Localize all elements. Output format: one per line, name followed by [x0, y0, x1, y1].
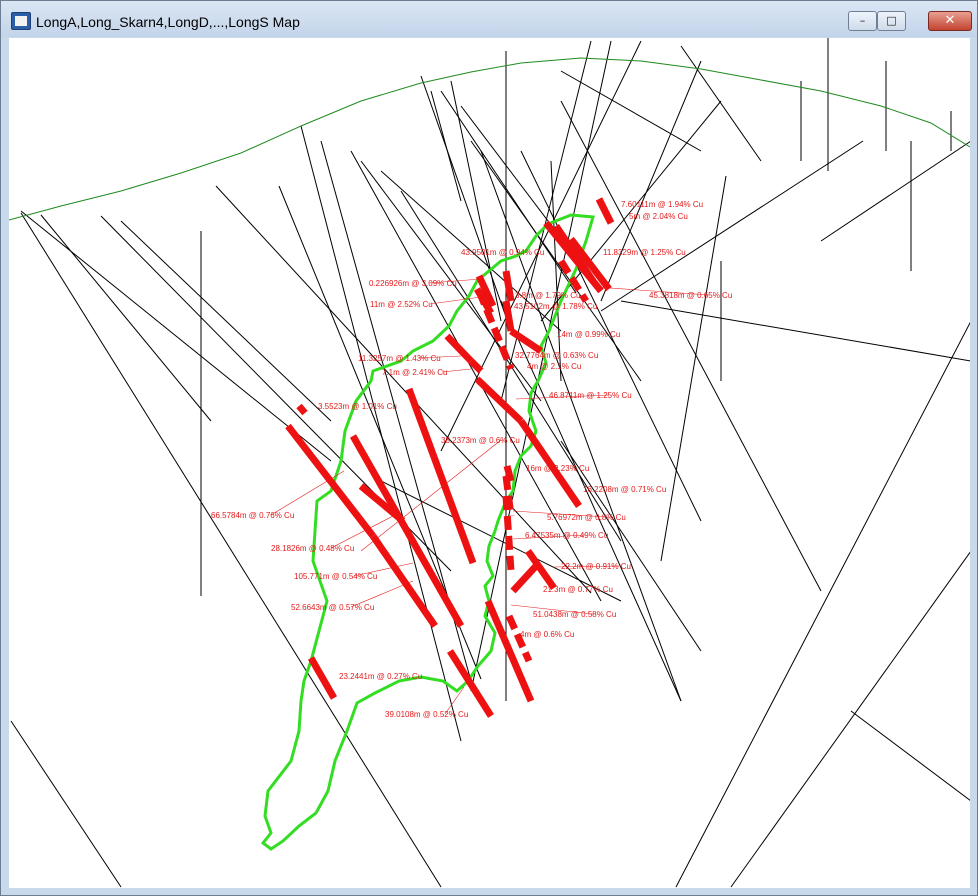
- intercept-label: 43.5102m @ 1.78% Cu: [514, 302, 597, 311]
- drillhole-trace: [500, 40, 592, 402]
- minimize-button[interactable]: –: [848, 11, 877, 31]
- drillhole-trace: [600, 60, 702, 302]
- map-drawing[interactable]: 7.60111m @ 1.94% Cu 5m @ 2.04% Cu 43.9501m…: [9, 38, 970, 888]
- intercept-label: 6.47535m @ 0.49% Cu: [525, 531, 608, 540]
- intercept-label: 21.3m @ 0.77% Cu: [543, 585, 613, 594]
- drillhole-trace: [820, 141, 970, 242]
- drillhole-trace: [675, 321, 970, 888]
- intercept-label: 11m @ 2.52% Cu: [370, 300, 433, 309]
- intercept-segment: [447, 649, 494, 718]
- app-icon[interactable]: [11, 12, 31, 30]
- drillhole-trace: [850, 710, 970, 801]
- intercept-label: 0.226926m @ 3.09% Cu: [369, 279, 457, 288]
- intercept-label: 52.6643m @ 0.57% Cu: [291, 603, 374, 612]
- map-canvas[interactable]: 7.60111m @ 1.94% Cu 5m @ 2.04% Cu 43.9501m…: [9, 38, 970, 888]
- intercept-label: 3.5523m @ 1.01% Cu: [318, 402, 397, 411]
- drillhole-trace: [20, 212, 442, 888]
- intercept-segment: [474, 376, 524, 424]
- drillhole-trace: [300, 125, 462, 742]
- intercept-label: 5.76972m @ 0.8% Cu: [547, 513, 626, 522]
- intercept-label: 66.5784m @ 0.76% Cu: [211, 511, 294, 520]
- drillhole-trace: [500, 300, 682, 702]
- intercept-segment: [296, 403, 308, 416]
- drillhole-traces: [10, 38, 970, 888]
- drillhole-trace: [620, 300, 970, 362]
- intercept-label: 7.1m @ 2.41% Cu: [382, 368, 447, 377]
- intercept-segment: [502, 300, 515, 332]
- intercept-label: 45.3818m @ 0.65% Cu: [649, 291, 732, 300]
- intercept-label: 3.8m @ 1.79% Cu: [515, 291, 580, 300]
- intercept-label: 32.7764m @ 0.63% Cu: [515, 351, 598, 360]
- intercept-label: 22.2m @ 0.91% Cu: [561, 562, 631, 571]
- intercept-label: 16m @ 2.23% Cu: [526, 464, 589, 473]
- drillhole-trace: [730, 551, 970, 888]
- intercept-segment: [502, 495, 515, 572]
- intercept-label: 5m @ 2.04% Cu: [629, 212, 688, 221]
- intercept-label: 51.0438m @ 0.58% Cu: [533, 610, 616, 619]
- intercept-segment: [370, 534, 438, 628]
- intercept-label: 28.1826m @ 0.48% Cu: [271, 544, 354, 553]
- intercept-segment: [444, 333, 474, 364]
- close-button[interactable]: ✕: [928, 11, 972, 31]
- window-title: LongA,Long_Skarn4,LongD,...,LongS Map: [36, 14, 300, 30]
- intercept-label: 14m @ 0.99% Cu: [557, 330, 620, 339]
- intercept-label: 7.60111m @ 1.94% Cu: [621, 200, 703, 209]
- drillhole-trace: [40, 214, 212, 422]
- label-leader: [429, 296, 482, 305]
- drillhole-trace: [420, 75, 512, 332]
- intercept-label: 43.9501m @ 0.94% Cu: [461, 248, 544, 257]
- intercept-label: 4m @ 2.1% Cu: [527, 362, 581, 371]
- intercept-label: 105.771m @ 0.54% Cu: [294, 572, 377, 581]
- intercept-label: 4m @ 0.6% Cu: [520, 630, 574, 639]
- map-window: LongA,Long_Skarn4,LongD,...,LongS Map – …: [0, 0, 978, 896]
- intercept-label: 16.2208m @ 0.71% Cu: [583, 485, 666, 494]
- drillhole-trace: [120, 220, 332, 422]
- intercept-label: 11.8329m @ 1.25% Cu: [603, 248, 686, 257]
- title-bar[interactable]: LongA,Long_Skarn4,LongD,...,LongS Map – …: [1, 1, 977, 37]
- label-leader: [270, 470, 345, 516]
- intercept-segment: [405, 387, 477, 565]
- drillhole-trace: [660, 175, 727, 562]
- intercept-segment: [595, 197, 615, 225]
- maximize-button[interactable]: □: [877, 11, 906, 31]
- drillhole-trace: [600, 140, 864, 312]
- intercept-label: 11.3257m @ 1.43% Cu: [358, 354, 441, 363]
- intercept-segment: [510, 563, 539, 594]
- drillhole-trace: [380, 480, 622, 602]
- topography-line: [9, 57, 970, 221]
- intercept-label: 38.2373m @ 0.6% Cu: [441, 436, 520, 445]
- intercept-label: 23.2441m @ 0.27% Cu: [339, 672, 422, 681]
- intercept-segment: [307, 656, 338, 700]
- intercept-segment: [502, 270, 515, 302]
- drillhole-trace: [10, 720, 122, 888]
- drillhole-trace: [20, 210, 332, 462]
- intercept-label: 46.8711m @ 1.25% Cu: [549, 391, 632, 400]
- drillhole-trace: [680, 45, 762, 162]
- intercept-label: 39.0108m @ 0.52% Cu: [385, 710, 468, 719]
